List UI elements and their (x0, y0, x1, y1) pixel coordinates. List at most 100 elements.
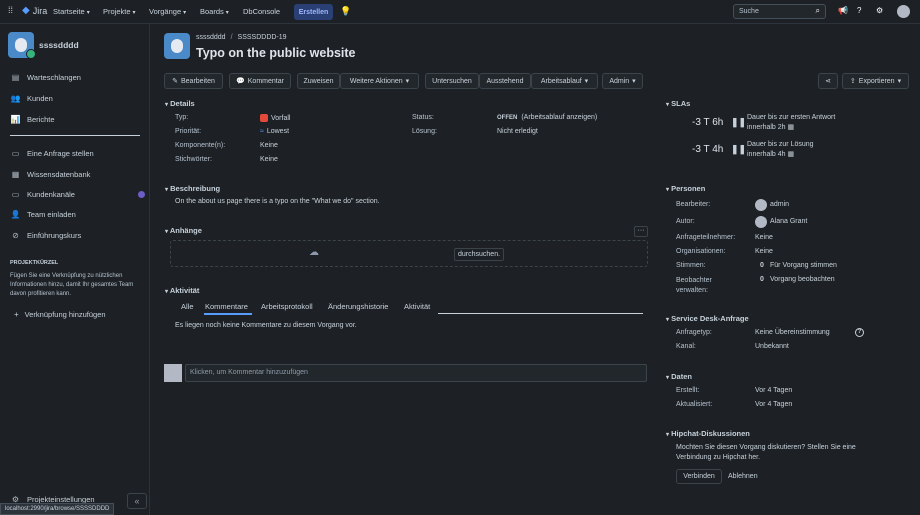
section-title: SLAs (671, 99, 691, 108)
search-input[interactable]: Suche ⌕ (733, 4, 826, 19)
hipchat-decline-link[interactable]: Ablehnen (728, 473, 758, 480)
votes-count: 0 (760, 262, 764, 269)
add-shortcut-link[interactable]: + Verknüpfung hinzufügen (14, 310, 106, 319)
edit-button[interactable]: ✎ Bearbeiten (164, 73, 223, 89)
description-section-header[interactable]: ▾ Beschreibung (165, 184, 220, 193)
sidebar-item-raise-request[interactable]: ▭ Eine Anfrage stellen (10, 149, 94, 158)
button-label: Ausstehend (486, 77, 524, 85)
nav-boards[interactable]: Boards ▾ (200, 7, 229, 16)
attachments-section-header[interactable]: ▾ Anhänge (165, 226, 202, 235)
sidebar-item-label: Einführungskurs (27, 231, 82, 240)
nav-dbconsole[interactable]: DbConsole (243, 7, 280, 16)
chevron-down-icon: ▾ (165, 187, 169, 193)
apps-grid-icon[interactable]: ⁞⁞ (8, 5, 20, 17)
tab-activity[interactable]: Aktivität (404, 302, 430, 311)
browse-files-button[interactable]: durchsuchen. (454, 248, 505, 261)
sidebar-item-channels[interactable]: ▭ Kundenkanäle (10, 190, 75, 199)
comment-input[interactable]: Klicken, um Kommentar hinzuzufügen (185, 364, 647, 382)
jira-logo[interactable]: ◆ Jira (22, 5, 47, 16)
collapse-sidebar-button[interactable]: « (127, 493, 147, 509)
sidebar-item-label: Warteschlangen (27, 73, 81, 82)
assign-button[interactable]: Zuweisen (297, 73, 340, 89)
activity-section-header[interactable]: ▾ Aktivität (165, 286, 199, 295)
watchers-label-line2[interactable]: verwalten: (676, 286, 712, 296)
nav-label: Startseite (53, 7, 85, 16)
sidebar-item-getting-started[interactable]: ⊘ Einführungskurs (10, 231, 81, 240)
workflow-button[interactable]: Arbeitsablauf ▾ (531, 73, 598, 89)
status-label: Status: (412, 114, 434, 121)
project-avatar[interactable] (8, 32, 36, 59)
channel-label: Kanal: (676, 343, 696, 350)
sidebar-item-label: Kundenkanäle (27, 190, 75, 199)
view-workflow-link[interactable]: (Arbeitsablauf anzeigen) (521, 114, 597, 121)
comment-button[interactable]: 💬 Kommentar (229, 73, 291, 89)
hipchat-section-header[interactable]: ▾ Hipchat-Diskussionen (666, 429, 750, 438)
section-title: Aktivität (169, 286, 200, 295)
watch-link[interactable]: Vorgang beobachten (770, 276, 835, 283)
sidebar-item-queues[interactable]: ▤ Warteschlangen (10, 73, 81, 82)
tab-comments[interactable]: Kommentare (205, 302, 248, 311)
status-badge: OFFEN (497, 115, 518, 121)
breadcrumb-project[interactable]: ssssdddd (196, 34, 226, 41)
tab-history[interactable]: Änderungshistorie (328, 302, 388, 311)
breadcrumb-issue-key[interactable]: SSSSDDDD-19 (238, 34, 287, 41)
commenter-avatar (164, 364, 182, 382)
servicedesk-section-header[interactable]: ▾ Service Desk-Anfrage (666, 314, 749, 323)
reporter-value[interactable]: Alana Grant (770, 218, 807, 225)
incident-icon (260, 114, 268, 122)
participants-value: Keine (755, 234, 773, 241)
labels-value: Keine (260, 156, 278, 163)
details-section-header[interactable]: ▾ Details (165, 99, 195, 108)
share-button[interactable]: ⋖ (818, 73, 838, 89)
more-options-icon[interactable]: ··· (634, 226, 648, 237)
dates-section-header[interactable]: ▾ Daten (666, 372, 692, 381)
issue-project-avatar[interactable] (164, 33, 190, 59)
sidebar-item-label: Wissensdatenbank (27, 170, 91, 179)
request-type-value: Keine Übereinstimmung (755, 329, 830, 336)
nav-projekte[interactable]: Projekte ▾ (103, 7, 136, 16)
breadcrumb-separator: / (230, 34, 233, 41)
create-button[interactable]: Erstellen (294, 4, 333, 20)
components-value: Keine (260, 142, 278, 149)
lightbulb-icon[interactable]: 💡 (340, 6, 351, 17)
channel-value: Unbekannt (755, 343, 789, 350)
pending-button[interactable]: Ausstehend (479, 73, 531, 89)
jira-logo-text: Jira (32, 5, 48, 16)
tab-worklog[interactable]: Arbeitsprotokoll (261, 302, 313, 311)
people-section-header[interactable]: ▾ Personen (666, 184, 705, 193)
user-avatar[interactable] (897, 5, 910, 18)
export-button[interactable]: ⇪ Exportieren ▾ (842, 73, 909, 89)
attachment-dropzone[interactable]: ☁ durchsuchen. (170, 240, 648, 267)
assignee-value[interactable]: admin (770, 201, 789, 208)
resolution-value: Nicht erledigt (497, 128, 538, 135)
help-circle-icon[interactable]: ? (855, 328, 864, 337)
tab-all[interactable]: Alle (181, 302, 194, 311)
settings-gear-icon[interactable]: ⚙ (876, 6, 883, 15)
sidebar-item-invite-team[interactable]: 👤 Team einladen (10, 210, 76, 219)
hipchat-connect-button[interactable]: Verbinden (676, 469, 722, 484)
type-value: Vorfall (260, 114, 290, 122)
pause-icon: ❚❚ (731, 117, 747, 127)
chevron-down-icon: ▾ (666, 375, 670, 381)
sidebar-item-customers[interactable]: 👥 Kunden (10, 94, 53, 103)
sla-first-response-desc: Dauer bis zur ersten Antwort innerhalb 2h… (747, 113, 835, 133)
comment-placeholder: Klicken, um Kommentar hinzuzufügen (190, 369, 308, 376)
sidebar-item-knowledge-base[interactable]: ▦ Wissensdatenbank (10, 170, 91, 179)
nav-startseite[interactable]: Startseite ▾ (53, 7, 90, 16)
admin-button[interactable]: Admin ▾ (602, 73, 643, 89)
slas-section-header[interactable]: ▾ SLAs (666, 99, 690, 108)
updated-value: Vor 4 Tagen (755, 401, 793, 408)
reports-icon: 📊 (10, 115, 21, 124)
issue-title[interactable]: Typo on the public website (196, 46, 356, 60)
description-text[interactable]: On the about us page there is a typo on … (175, 198, 380, 205)
sidebar-item-reports[interactable]: 📊 Berichte (10, 115, 55, 124)
monitor-icon: ▭ (11, 190, 20, 199)
more-actions-button[interactable]: Weitere Aktionen ▾ (340, 73, 419, 89)
notifications-icon[interactable]: 📢 (838, 6, 848, 15)
investigate-button[interactable]: Untersuchen (425, 73, 479, 89)
button-label: Zuweisen (303, 77, 334, 85)
help-icon[interactable]: ? (857, 6, 861, 15)
plus-icon: + (14, 310, 19, 319)
nav-vorgaenge[interactable]: Vorgänge ▾ (149, 7, 186, 16)
vote-link[interactable]: Für Vorgang stimmen (770, 262, 837, 269)
